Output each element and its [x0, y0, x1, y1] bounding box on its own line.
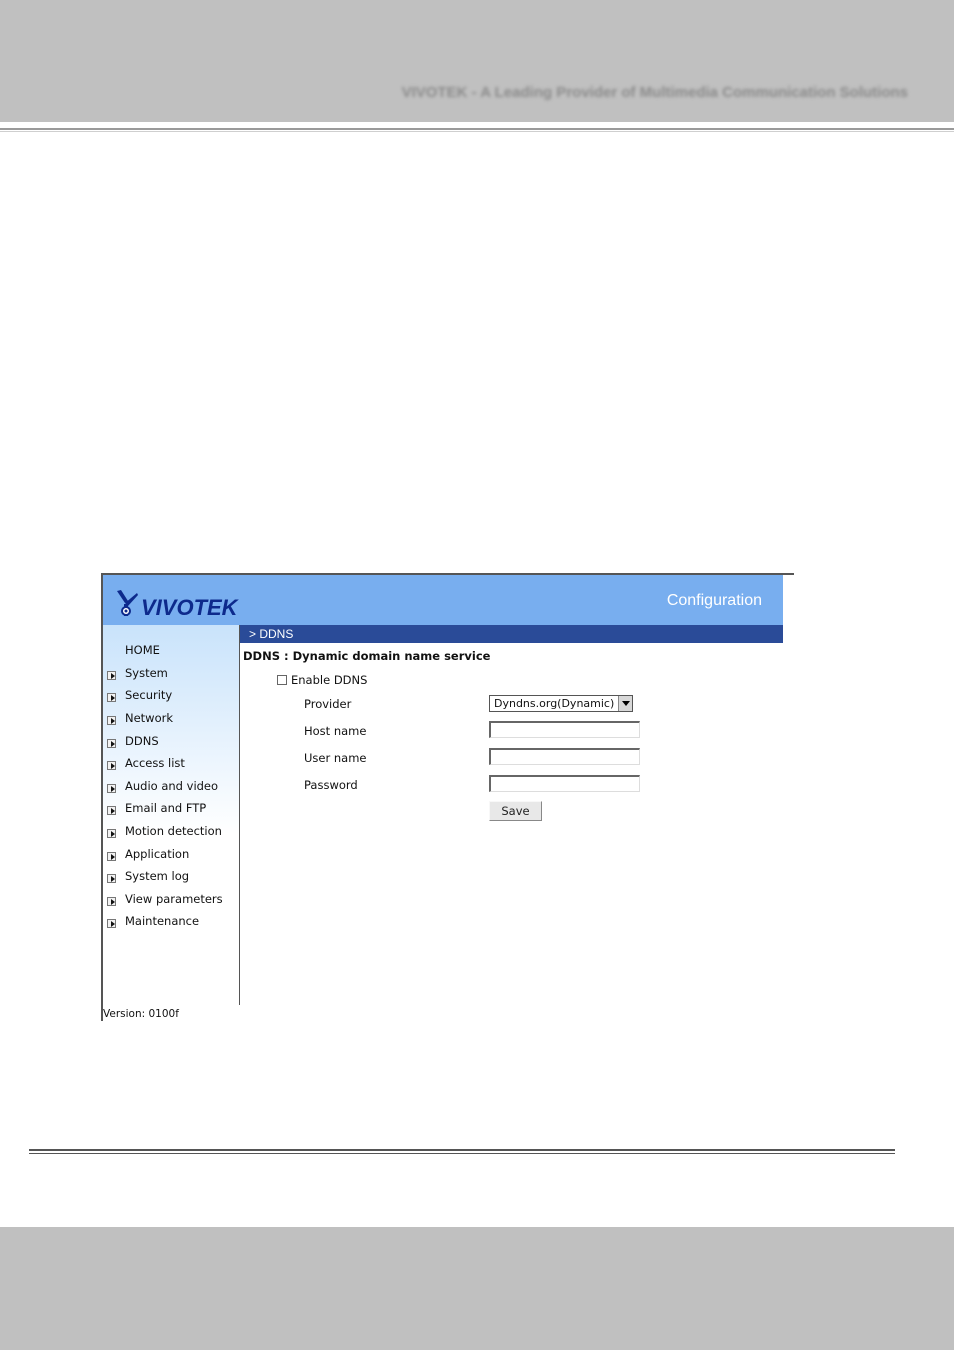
camera-icon — [117, 590, 138, 616]
sidebar-item-application[interactable]: Application — [103, 844, 189, 864]
sidebar-item-network[interactable]: Network — [103, 708, 173, 728]
arrow-right-icon — [107, 851, 116, 861]
sidebar-item-label: System — [125, 666, 168, 680]
page-header-band: VIVOTEK - A Leading Provider of Multimed… — [0, 0, 954, 122]
enable-ddns-row[interactable]: Enable DDNS — [277, 673, 367, 687]
sidebar-item-label: Email and FTP — [125, 801, 207, 815]
enable-ddns-checkbox[interactable] — [277, 675, 287, 685]
enable-ddns-label: Enable DDNS — [291, 673, 368, 687]
sidebar-item-label: Audio and video — [125, 779, 219, 793]
sidebar-item-audio-video[interactable]: Audio and video — [103, 776, 218, 796]
config-screenshot: VIVOTEK Configuration HOME System Securi… — [101, 573, 794, 1021]
sidebar-item-label: Access list — [125, 756, 185, 770]
save-button[interactable]: Save — [489, 801, 542, 821]
sidebar-item-label: Maintenance — [125, 914, 200, 928]
logo-text: VIVOTEK — [141, 595, 238, 620]
arrow-right-icon — [107, 783, 116, 793]
arrow-right-icon — [107, 670, 116, 680]
arrow-right-icon — [107, 896, 116, 906]
arrow-right-icon — [107, 873, 116, 883]
sidebar-item-label: Application — [125, 847, 190, 861]
footer-divider — [29, 1149, 895, 1151]
config-header: VIVOTEK Configuration — [103, 575, 783, 625]
footer-divider-thin — [29, 1153, 895, 1154]
sidebar-item-label: Motion detection — [125, 824, 222, 838]
sidebar-item-home[interactable]: HOME — [103, 640, 160, 660]
arrow-right-icon — [107, 760, 116, 770]
password-input[interactable] — [489, 775, 640, 792]
header-divider-thin — [0, 131, 954, 132]
header-tagline: VIVOTEK - A Leading Provider of Multimed… — [401, 84, 908, 101]
provider-select[interactable]: Dyndns.org(Dynamic) — [489, 695, 633, 712]
sidebar-item-label: System log — [125, 869, 190, 883]
version-label: Version: 0100f — [103, 1008, 179, 1020]
username-input[interactable] — [489, 748, 640, 765]
sidebar-item-email-ftp[interactable]: Email and FTP — [103, 798, 206, 818]
chevron-down-icon[interactable] — [618, 696, 632, 711]
sidebar-item-maintenance[interactable]: Maintenance — [103, 911, 199, 931]
sidebar-item-label: View parameters — [125, 892, 223, 906]
sidebar-item-label: DDNS — [125, 734, 159, 748]
sidebar-item-ddns[interactable]: DDNS — [103, 731, 159, 751]
header-divider — [0, 128, 954, 130]
vivotek-logo[interactable]: VIVOTEK — [115, 587, 238, 619]
sidebar-item-security[interactable]: Security — [103, 685, 172, 705]
hostname-label: Host name — [304, 724, 367, 738]
password-label: Password — [304, 778, 358, 792]
arrow-right-icon — [107, 918, 116, 928]
sidebar-item-system-log[interactable]: System log — [103, 866, 189, 886]
section-title: DDNS : Dynamic domain name service — [243, 649, 491, 663]
breadcrumb-text: > DDNS — [249, 627, 294, 641]
sidebar: HOME System Security Network DDNS Access… — [103, 625, 240, 1020]
sidebar-item-view-parameters[interactable]: View parameters — [103, 889, 223, 909]
provider-label: Provider — [304, 697, 352, 711]
page-footer-band — [0, 1227, 954, 1350]
sidebar-item-label: HOME — [125, 643, 160, 657]
username-label: User name — [304, 751, 367, 765]
breadcrumb: > DDNS — [240, 625, 783, 643]
sidebar-item-label: Security — [125, 688, 173, 702]
sidebar-item-motion-detection[interactable]: Motion detection — [103, 821, 222, 841]
arrow-right-icon — [107, 828, 116, 838]
sidebar-item-access-list[interactable]: Access list — [103, 753, 185, 773]
arrow-right-icon — [107, 715, 116, 725]
hostname-input[interactable] — [489, 721, 640, 738]
arrow-right-icon — [107, 738, 116, 748]
config-title: Configuration — [666, 592, 762, 609]
sidebar-item-system[interactable]: System — [103, 663, 168, 683]
sidebar-item-label: Network — [125, 711, 174, 725]
provider-select-value: Dyndns.org(Dynamic) — [494, 697, 615, 710]
arrow-right-icon — [107, 805, 116, 815]
arrow-right-icon — [107, 692, 116, 702]
